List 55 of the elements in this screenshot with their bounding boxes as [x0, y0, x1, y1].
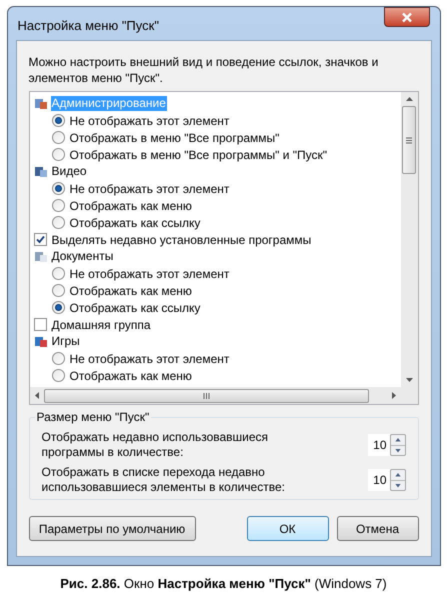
cancel-button[interactable]: Отмена	[336, 516, 418, 541]
radio-label: Отображать в меню "Все программы" и "Пуск"	[70, 146, 328, 164]
checkbox-label: Выделять недавно установленные программы	[52, 232, 312, 248]
setting-label: Отображать недавно использовавшиеся программы в количестве:	[42, 430, 270, 460]
program-icon	[34, 96, 48, 110]
close-button[interactable]	[384, 7, 430, 27]
description-text: Можно настроить внешний вид и поведение ссылок, значков и элементов меню "Пуск".	[28, 54, 380, 86]
spin-buttons[interactable]	[390, 434, 406, 456]
radio-button[interactable]	[52, 216, 64, 229]
radio-label: Отображать в меню "Все программы"	[70, 130, 280, 146]
group-title: Размер меню "Пуск"	[34, 410, 152, 424]
radio-label: Отображать как меню	[70, 198, 192, 214]
vertical-scrollbar[interactable]	[400, 92, 418, 387]
category-label[interactable]: Документы	[50, 249, 114, 264]
radio-button[interactable]	[52, 148, 64, 161]
radio-button[interactable]	[52, 267, 64, 280]
radio-button[interactable]	[52, 301, 64, 314]
checkbox-label: Домашняя группа	[52, 316, 151, 334]
checkbox[interactable]	[34, 233, 46, 246]
program-icon	[34, 334, 48, 348]
ok-button[interactable]: ОК	[246, 516, 328, 541]
radio-button[interactable]	[52, 199, 64, 212]
figure-caption: Рис. 2.86. Окно Настройка меню "Пуск" (Windows 7)	[60, 575, 387, 593]
radio-button[interactable]	[52, 352, 64, 365]
checkbox[interactable]	[34, 318, 46, 331]
number-field[interactable]: 10	[368, 469, 390, 491]
program-icon	[34, 250, 48, 264]
radio-button[interactable]	[52, 131, 64, 144]
grip-icon	[202, 392, 210, 398]
radio-label: Не отображать этот элемент	[70, 112, 230, 130]
check-icon	[34, 234, 46, 245]
setting-label: Отображать в списке перехода недавно использовавшиеся элементы в количестве:	[42, 465, 286, 495]
radio-label: Отображать как меню	[70, 282, 192, 300]
radio-button[interactable]	[52, 284, 64, 297]
category-label[interactable]: Видео	[50, 164, 88, 179]
radio-button[interactable]	[52, 114, 64, 127]
radio-label: Отображать как меню	[70, 368, 192, 384]
spin-buttons[interactable]	[390, 469, 406, 491]
grip-icon	[406, 136, 412, 144]
horizontal-scrollbar[interactable]	[30, 387, 418, 404]
radio-label: Не отображать этот элемент	[70, 350, 230, 368]
defaults-button[interactable]: Параметры по умолчанию	[28, 516, 196, 541]
radio-label: Не отображать этот элемент	[70, 180, 230, 198]
close-icon	[400, 12, 412, 22]
category-label[interactable]: Игры	[50, 334, 81, 349]
radio-button[interactable]	[52, 182, 64, 195]
program-icon	[34, 164, 48, 178]
spin-down-icon	[390, 444, 404, 455]
radio-button[interactable]	[52, 369, 64, 382]
number-field[interactable]: 10	[368, 434, 390, 456]
radio-label: Не отображать этот элемент	[70, 266, 230, 282]
spin-down-icon	[390, 480, 404, 490]
window-title: Настройка меню "Пуск"	[18, 17, 159, 35]
radio-label: Отображать как ссылку	[70, 300, 200, 316]
radio-label: Отображать как ссылку	[70, 214, 200, 232]
